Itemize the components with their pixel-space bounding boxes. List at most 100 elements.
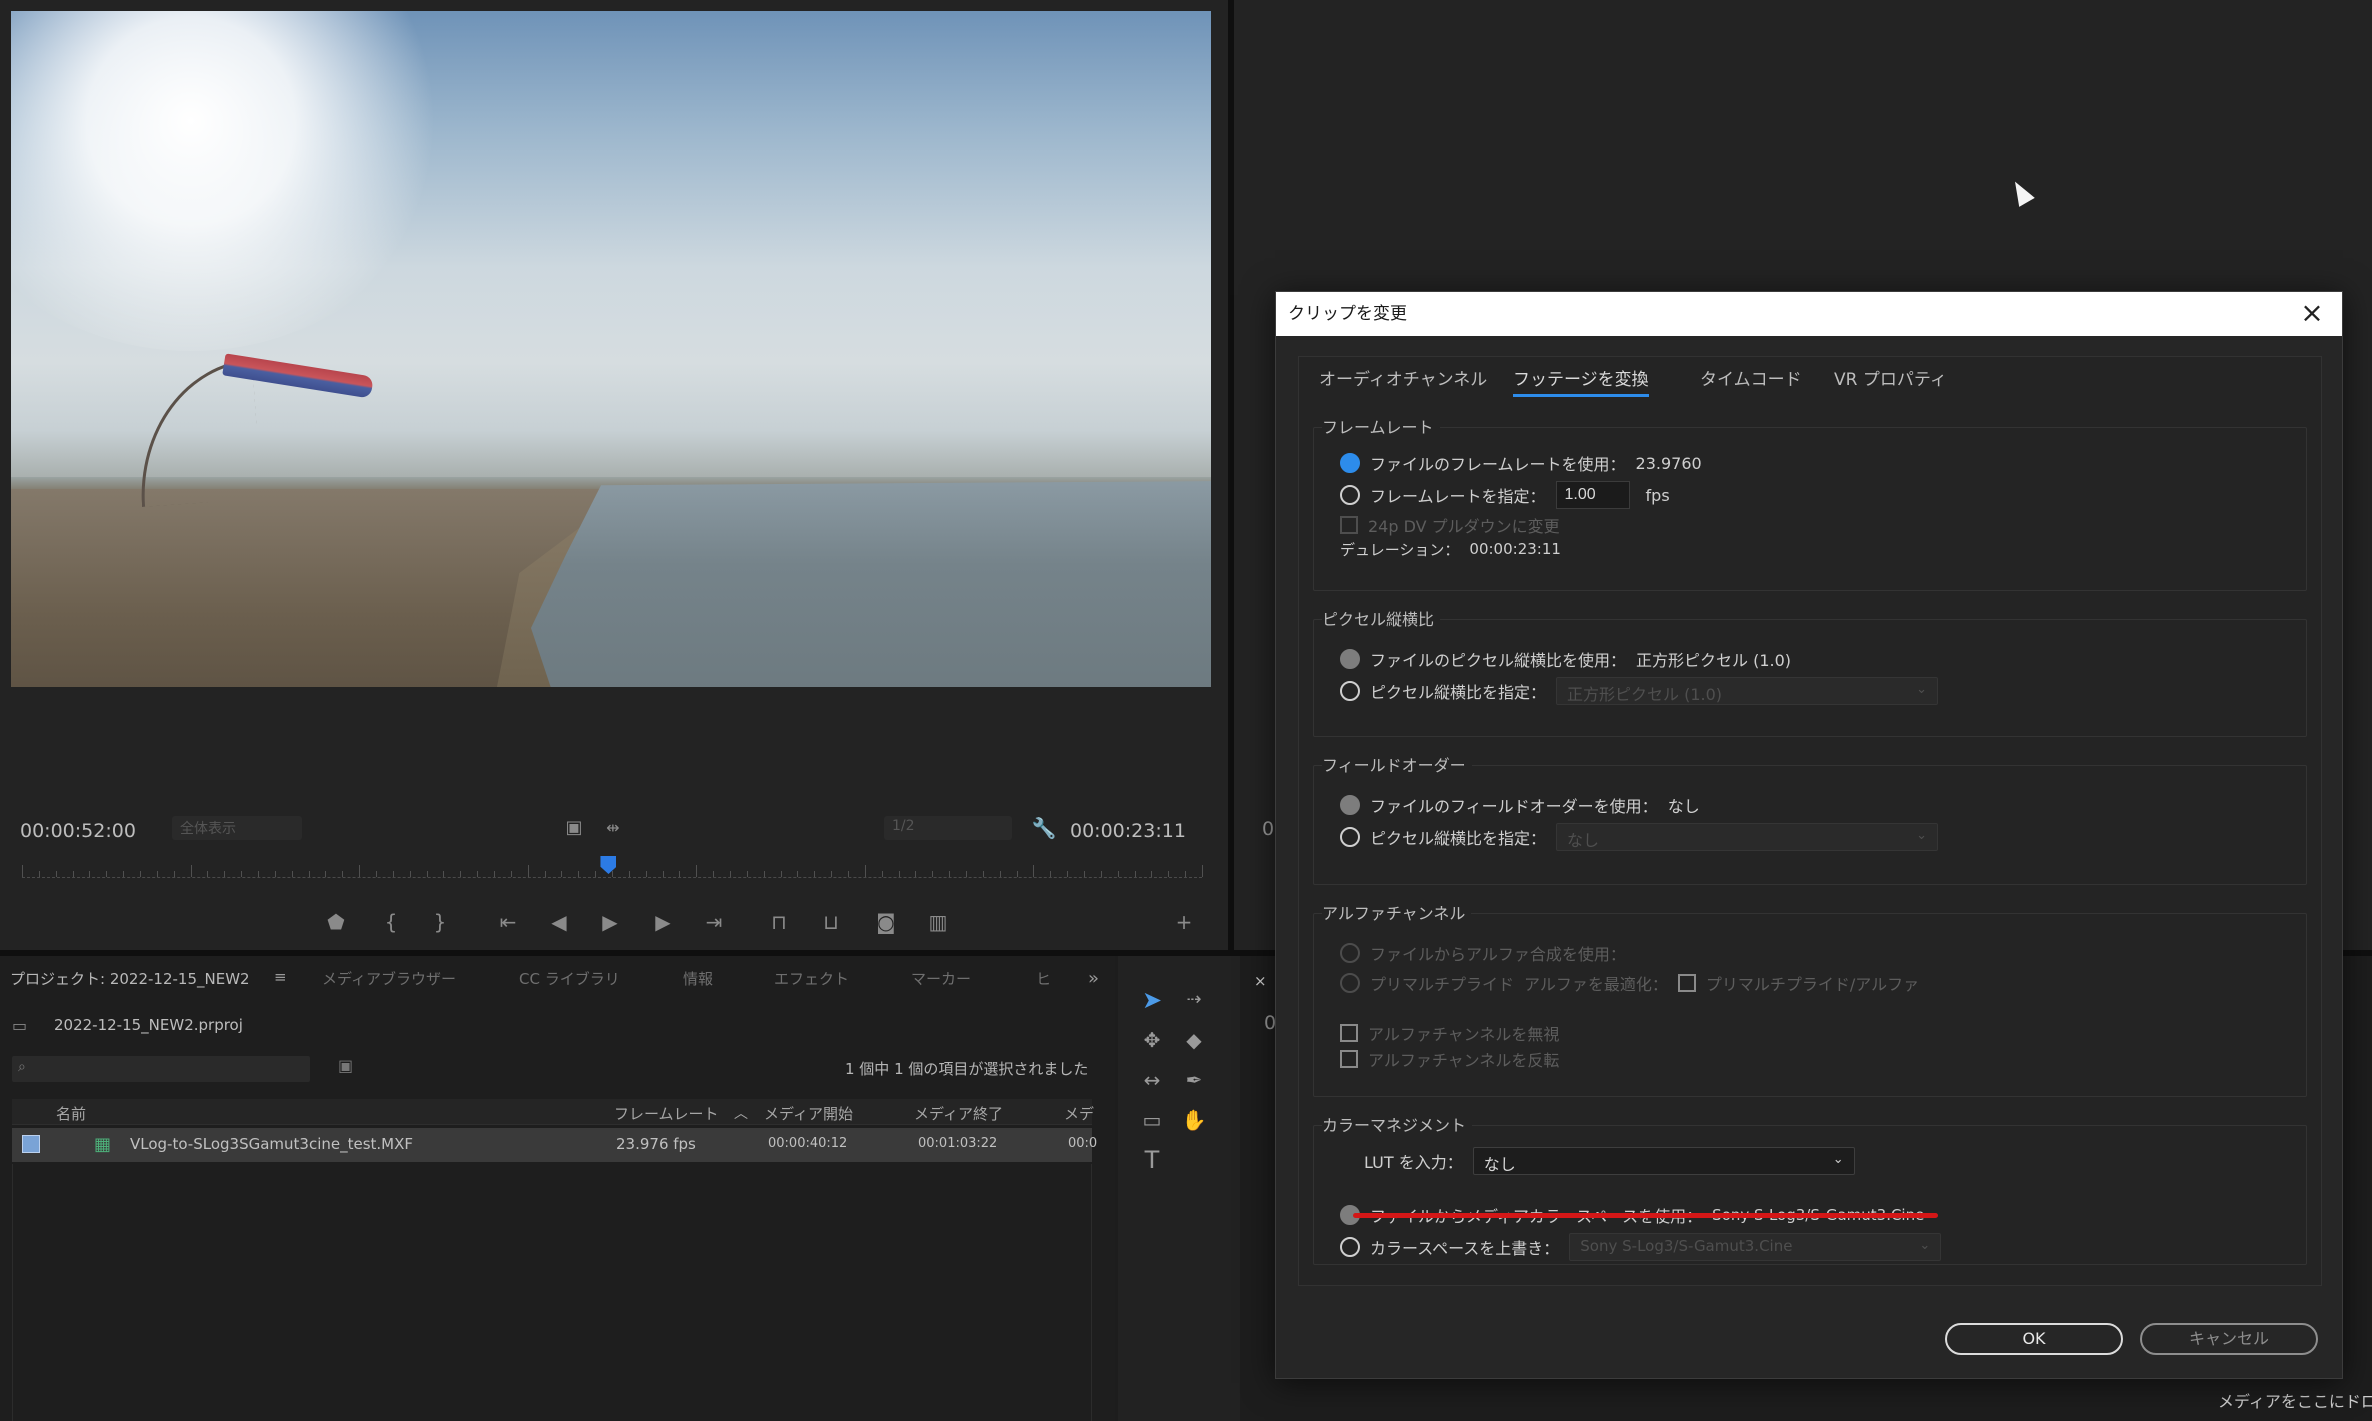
add-marker-icon[interactable]: ⬟	[322, 912, 350, 932]
use-file-pixel-aspect-option[interactable]: ファイルのピクセル縦横比を使用： 正方形ピクセル (1.0)	[1340, 646, 1791, 672]
col-media-extra[interactable]: メデ	[1064, 1103, 1094, 1124]
tab-history[interactable]: ヒ	[1036, 968, 1051, 989]
go-to-in-icon[interactable]: ⇤	[494, 912, 522, 932]
table-row[interactable]: ▦ VLog-to-SLog3SGamut3cine_test.MXF 23.9…	[12, 1128, 1097, 1162]
video-frame[interactable]	[11, 11, 1211, 687]
ruler-tick	[780, 871, 782, 877]
lift-icon[interactable]: ⊓	[765, 912, 793, 932]
mark-out-icon[interactable]: }	[426, 912, 454, 932]
cancel-button[interactable]: キャンセル	[2140, 1323, 2318, 1355]
invert-alpha-option[interactable]: アルファチャンネルを反転	[1340, 1046, 1559, 1072]
use-file-field-order-option[interactable]: ファイルのフィールドオーダーを使用： なし	[1340, 792, 1700, 818]
radio-use-file-alpha[interactable]	[1340, 943, 1360, 963]
ruler-tick	[359, 865, 361, 877]
project-list-body[interactable]	[12, 1164, 1092, 1421]
type-tool-icon[interactable]: T	[1134, 1142, 1170, 1178]
label-color-swatch[interactable]	[22, 1135, 40, 1153]
step-back-icon[interactable]: ◀	[545, 912, 573, 932]
radio-use-file-frame-rate[interactable]	[1340, 453, 1360, 473]
button-editor-plus-icon[interactable]: +	[1170, 912, 1198, 932]
ruler-tick	[1134, 871, 1136, 877]
razor-tool-icon[interactable]: ◆	[1176, 1022, 1212, 1058]
safe-margins-icon[interactable]: ▣	[560, 818, 588, 838]
checkbox-ignore-alpha[interactable]	[1340, 1024, 1358, 1042]
override-colorspace-option[interactable]: カラースペースを上書き： Sony S-Log3/S-Gamut3.Cine ⌄	[1340, 1233, 1942, 1261]
col-media-start[interactable]: メディア開始	[764, 1103, 853, 1124]
tab-cc-libraries[interactable]: CC ライブラリ	[519, 968, 620, 989]
resolution-select[interactable]: 1/2	[884, 816, 1012, 840]
col-name[interactable]: 名前	[56, 1103, 86, 1124]
mark-in-icon[interactable]: {	[377, 912, 405, 932]
pen-tool-icon[interactable]: ✒	[1176, 1062, 1212, 1098]
pixel-aspect-select[interactable]: 正方形ピクセル (1.0) ⌄	[1556, 677, 1939, 705]
col-media-end[interactable]: メディア終了	[914, 1103, 1003, 1124]
specify-pixel-aspect-option[interactable]: ピクセル縦横比を指定： 正方形ピクセル (1.0) ⌄	[1340, 677, 1939, 705]
specify-frame-rate-option[interactable]: フレームレートを指定： fps	[1340, 481, 1670, 509]
clip-frame-rate: 23.976 fps	[616, 1135, 696, 1153]
override-colorspace-select[interactable]: Sony S-Log3/S-Gamut3.Cine ⌄	[1569, 1233, 1942, 1261]
radio-override-colorspace[interactable]	[1340, 1237, 1360, 1257]
close-timeline-icon[interactable]: ×	[1254, 972, 1267, 990]
ruler-tick	[1202, 865, 1203, 877]
radio-specify-field-order[interactable]	[1340, 827, 1360, 847]
tab-markers[interactable]: マーカー	[911, 968, 971, 989]
radio-specify-frame-rate[interactable]	[1340, 485, 1360, 505]
new-bin-from-search-icon[interactable]: ▣	[338, 1056, 353, 1075]
radio-premultiplied[interactable]	[1340, 973, 1360, 993]
more-tabs-icon[interactable]: »	[1088, 968, 1099, 989]
play-icon[interactable]: ▶	[596, 912, 624, 932]
premultiplied-option[interactable]: プリマルチプライド アルファを最適化： プリマルチプライド/アルファ	[1340, 970, 1919, 996]
tab-vr-properties[interactable]: VR プロパティ	[1834, 365, 1947, 390]
compare-view-icon[interactable]: ▥	[924, 912, 952, 932]
slip-tool-icon[interactable]: ↔	[1134, 1062, 1170, 1098]
col-frame-rate[interactable]: フレームレート	[614, 1103, 719, 1124]
field-order-select[interactable]: なし ⌄	[1556, 823, 1939, 851]
step-forward-icon[interactable]: ▶	[649, 912, 677, 932]
drop-frame-icon[interactable]: ⇹	[599, 818, 627, 838]
ruler-tick	[190, 865, 192, 877]
ok-button[interactable]: OK	[1945, 1323, 2123, 1355]
pulldown-option[interactable]: 24p DV プルダウンに変更	[1340, 512, 1560, 538]
tab-project[interactable]: プロジェクト: 2022-12-15_NEW2	[10, 968, 250, 989]
radio-use-file-field-order[interactable]	[1340, 795, 1360, 815]
playhead-timecode[interactable]: 00:00:52:00	[20, 820, 136, 842]
use-file-frame-rate-option[interactable]: ファイルのフレームレートを使用： 23.9760	[1340, 450, 1702, 476]
export-frame-icon[interactable]: ◙	[872, 912, 900, 932]
radio-use-file-pixel-aspect[interactable]	[1340, 649, 1360, 669]
ignore-alpha-option[interactable]: アルファチャンネルを無視	[1340, 1020, 1559, 1046]
use-file-alpha-option[interactable]: ファイルからアルファ合成を使用：	[1340, 940, 1626, 966]
ruler-tick	[612, 871, 613, 877]
frame-rate-input[interactable]	[1555, 481, 1630, 509]
pixel-aspect-group: ピクセル縦横比 ファイルのピクセル縦横比を使用： 正方形ピクセル (1.0) ピ…	[1313, 606, 2307, 737]
tab-media-browser[interactable]: メディアブラウザー	[322, 968, 456, 989]
project-menu-icon[interactable]: ≡	[274, 968, 287, 986]
radio-specify-pixel-aspect[interactable]	[1340, 681, 1360, 701]
rectangle-tool-icon[interactable]: ▭	[1134, 1102, 1170, 1138]
tab-timecode[interactable]: タイムコード	[1700, 365, 1802, 390]
search-input[interactable]: ⌕	[12, 1056, 310, 1082]
lut-select[interactable]: なし ⌄	[1472, 1147, 1855, 1175]
checkbox-premultiplied-alpha[interactable]	[1677, 974, 1696, 992]
tab-audio-channels[interactable]: オーディオチャンネル	[1319, 365, 1487, 390]
specify-field-order-option[interactable]: ピクセル縦横比を指定： なし ⌄	[1340, 823, 1939, 851]
tab-effects[interactable]: エフェクト	[774, 968, 849, 989]
close-icon[interactable]: ×	[2292, 292, 2332, 336]
selection-tool-icon[interactable]: ➤	[1134, 982, 1170, 1018]
checkbox-pulldown[interactable]	[1340, 516, 1358, 534]
extract-icon[interactable]: ⊔	[817, 912, 845, 932]
go-to-out-icon[interactable]: ⇥	[700, 912, 728, 932]
search-icon: ⌕	[18, 1059, 26, 1075]
hand-tool-icon[interactable]: ✋	[1176, 1102, 1212, 1138]
zoom-select[interactable]: 全体表示	[172, 816, 302, 840]
ruler-tick	[274, 871, 276, 877]
file-pixel-aspect-value: 正方形ピクセル (1.0)	[1636, 651, 1792, 670]
track-select-tool-icon[interactable]: ⇢	[1176, 982, 1212, 1018]
checkbox-invert-alpha[interactable]	[1340, 1050, 1358, 1068]
ripple-edit-tool-icon[interactable]: ✥	[1134, 1022, 1170, 1058]
tab-interpret-footage[interactable]: フッテージを変換	[1513, 365, 1649, 397]
selection-status: 1 個中 1 個の項目が選択されました	[845, 1060, 1089, 1078]
red-annotation-underline	[1353, 1213, 1938, 1218]
settings-wrench-icon[interactable]: 🔧	[1030, 818, 1058, 838]
sort-ascending-icon[interactable]: ︿	[734, 1103, 748, 1123]
tab-info[interactable]: 情報	[683, 968, 713, 989]
